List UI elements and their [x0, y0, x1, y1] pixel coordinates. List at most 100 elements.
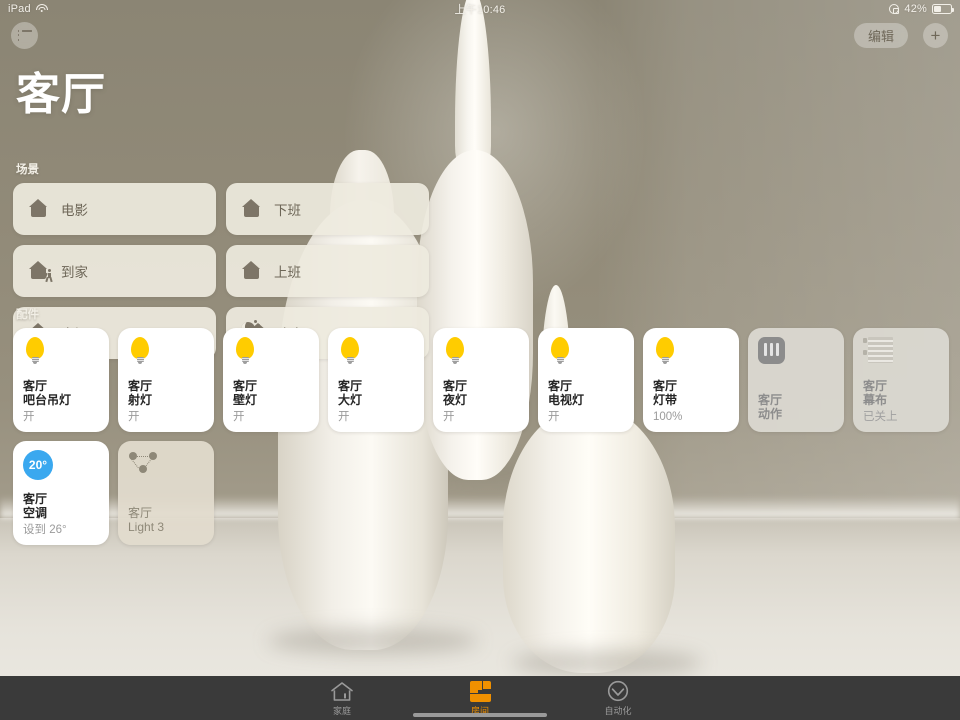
lightbulb-icon [653, 337, 677, 367]
thermostat-icon: 20° [23, 450, 53, 480]
accessory-text: 客厅 幕布 已关上 [863, 379, 940, 424]
accessory-room: 客厅 [23, 491, 48, 506]
accessory-state: 已关上 [863, 410, 898, 423]
accessory-name: 灯带 [653, 393, 678, 408]
accessory-text: 客厅 空调 设到 26° [23, 492, 100, 537]
add-button[interactable]: + [923, 23, 948, 48]
accessory-text: 客厅 夜灯 开 [443, 379, 520, 424]
navigation-bar: 编辑 + [0, 18, 960, 64]
accessory-card-wall-light[interactable]: 客厅 壁灯 开 [223, 328, 319, 432]
thermostat-temperature: 20° [28, 458, 48, 472]
sidebar-menu-button[interactable] [11, 22, 38, 49]
scene-label: 电影 [61, 203, 88, 218]
vase-shadow [268, 628, 478, 654]
lightbulb-icon [233, 337, 257, 367]
accessory-card-night-light[interactable]: 客厅 夜灯 开 [433, 328, 529, 432]
accessory-name: 幕布 [863, 393, 888, 408]
accessory-text: 客厅 壁灯 开 [233, 379, 310, 424]
accessory-name: 夜灯 [443, 393, 468, 408]
accessory-room: 客厅 [338, 378, 363, 393]
accessory-card-tv-light[interactable]: 客厅 电视灯 开 [538, 328, 634, 432]
blinds-icon [863, 337, 893, 363]
accessory-name: Light 3 [128, 520, 165, 535]
scene-card-work[interactable]: 上班 [226, 245, 429, 297]
accessory-state: 开 [443, 410, 455, 423]
accessory-state: 开 [233, 410, 245, 423]
accessory-text: 客厅 动作 [758, 393, 835, 424]
accessory-card-spotlight[interactable]: 客厅 射灯 开 [118, 328, 214, 432]
scene-card-off-work[interactable]: 下班 [226, 183, 429, 235]
accessory-room: 客厅 [23, 378, 48, 393]
accessory-text: 客厅 射灯 开 [128, 379, 205, 424]
accessory-state: 开 [128, 410, 140, 423]
accessory-name: 吧台吊灯 [23, 393, 72, 408]
accessory-text: 客厅 吧台吊灯 开 [23, 379, 100, 424]
accessory-card-light-3[interactable]: 客厅 Light 3 [118, 441, 214, 545]
automation-icon [607, 680, 629, 702]
scene-label: 上班 [274, 265, 301, 280]
battery-icon [932, 4, 954, 14]
house-person-arrive-icon [27, 261, 53, 283]
scene-label: 下班 [274, 203, 301, 218]
accessories-section-label: 配件 [16, 309, 39, 321]
accessories-section: 配件 客厅 吧台吊灯 开 客厅 射灯 开 客厅 壁灯 开 客厅 大灯 开 客厅 … [13, 306, 953, 545]
accessory-card-bar-pendant-light[interactable]: 客厅 吧台吊灯 开 [13, 328, 109, 432]
lightbulb-icon [128, 337, 152, 367]
tab-home[interactable]: 家庭 [312, 680, 372, 717]
house-icon [240, 199, 262, 219]
accessory-card-light-strip[interactable]: 客厅 灯带 100% [643, 328, 739, 432]
accessory-state: 100% [653, 410, 683, 423]
home-icon [330, 680, 354, 702]
accessory-text: 客厅 电视灯 开 [548, 379, 625, 424]
accessory-room: 客厅 [653, 378, 678, 393]
mesh-bridge-icon [128, 450, 158, 476]
accessory-card-main-light[interactable]: 客厅 大灯 开 [328, 328, 424, 432]
accessory-state: 开 [338, 410, 350, 423]
home-indicator [413, 713, 547, 717]
accessory-name: 射灯 [128, 393, 153, 408]
accessory-name: 大灯 [338, 393, 363, 408]
accessory-state: 设到 26° [23, 523, 67, 536]
scene-card-arrive-home[interactable]: 到家 [13, 245, 216, 297]
scene-label: 到家 [61, 265, 88, 280]
scene-card-movie[interactable]: 电影 [13, 183, 216, 235]
list-sidebar-icon [17, 29, 32, 41]
accessory-room: 客厅 [233, 378, 258, 393]
edit-button[interactable]: 编辑 [853, 23, 908, 48]
accessory-room: 客厅 [443, 378, 468, 393]
accessory-room: 客厅 [863, 378, 888, 393]
tab-automation[interactable]: 自动化 [588, 680, 648, 717]
rooms-icon [469, 680, 491, 702]
lightbulb-icon [23, 337, 47, 367]
page-title: 客厅 [16, 70, 106, 119]
accessory-room: 客厅 [128, 378, 153, 393]
accessory-text: 客厅 Light 3 [128, 506, 205, 537]
motion-sensor-icon [758, 337, 785, 364]
accessory-card-curtain[interactable]: 客厅 幕布 已关上 [853, 328, 949, 432]
accessory-name: 壁灯 [233, 393, 258, 408]
tab-rooms[interactable]: 房间 [450, 680, 510, 717]
battery-percent: 42% [904, 3, 927, 15]
house-icon [27, 199, 49, 219]
status-bar-right: 42% [889, 3, 954, 15]
accessory-room: 客厅 [128, 505, 153, 520]
accessory-room: 客厅 [548, 378, 573, 393]
accessory-card-air-conditioner[interactable]: 20° 客厅 空调 设到 26° [13, 441, 109, 545]
tab-bar: 家庭 房间 自动化 [0, 676, 960, 720]
plus-icon: + [930, 26, 941, 45]
status-bar-time: 上午10:46 [454, 4, 506, 16]
status-bar: iPad 上午10:46 42% [0, 0, 960, 18]
accessories-grid: 客厅 吧台吊灯 开 客厅 射灯 开 客厅 壁灯 开 客厅 大灯 开 客厅 夜灯 … [13, 328, 953, 545]
accessory-text: 客厅 大灯 开 [338, 379, 415, 424]
accessory-name: 空调 [23, 506, 48, 521]
accessory-state: 开 [548, 410, 560, 423]
tab-label: 家庭 [332, 705, 351, 716]
accessory-card-motion-sensor[interactable]: 客厅 动作 [748, 328, 844, 432]
accessory-name: 电视灯 [548, 393, 585, 408]
accessory-room: 客厅 [758, 392, 783, 407]
accessory-name: 动作 [758, 407, 783, 422]
lightbulb-icon [548, 337, 572, 367]
lightbulb-icon [338, 337, 362, 367]
house-icon [240, 261, 262, 281]
lightbulb-icon [443, 337, 467, 367]
